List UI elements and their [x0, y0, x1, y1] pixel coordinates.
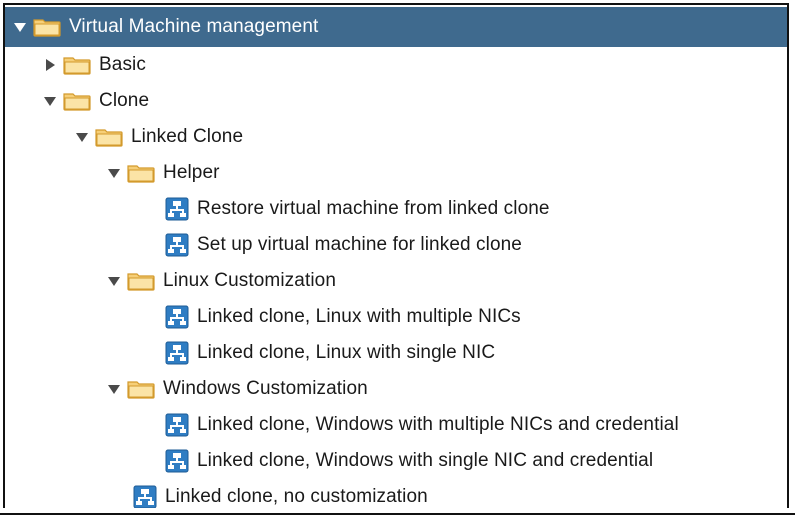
tree-node-linux-single-nic[interactable]: Linked clone, Linux with single NIC — [5, 335, 787, 371]
caret-down-icon[interactable] — [73, 119, 91, 155]
caret-right-icon[interactable] — [41, 47, 59, 83]
tree-node-label: Clone — [99, 90, 150, 111]
panel-bottom-border — [0, 513, 795, 515]
folder-icon — [33, 17, 61, 37]
tree-node-label: Helper — [163, 162, 220, 183]
tree-node-label: Windows Customization — [163, 378, 368, 399]
tree-node-windows-customization[interactable]: Windows Customization — [5, 371, 787, 407]
workflow-icon — [165, 341, 189, 365]
folder-icon — [127, 163, 155, 183]
folder-icon — [95, 127, 123, 147]
tree-node-linux-customization[interactable]: Linux Customization — [5, 263, 787, 299]
tree-node-label: Linked clone, Windows with single NIC an… — [197, 450, 654, 471]
workflow-icon — [165, 413, 189, 437]
tree-node-label: Linked clone, Linux with multiple NICs — [197, 306, 521, 327]
tree-node-label: Restore virtual machine from linked clon… — [197, 198, 550, 219]
tree-node-restore-vm[interactable]: Restore virtual machine from linked clon… — [5, 191, 787, 227]
tree-node-linux-multiple-nics[interactable]: Linked clone, Linux with multiple NICs — [5, 299, 787, 335]
workflow-icon — [133, 485, 157, 508]
workflow-icon — [165, 197, 189, 221]
folder-icon — [63, 91, 91, 111]
tree-node-virtual-machine-management[interactable]: Virtual Machine management — [5, 7, 787, 47]
tree-node-windows-single-nic[interactable]: Linked clone, Windows with single NIC an… — [5, 443, 787, 479]
workflow-icon — [165, 305, 189, 329]
caret-down-icon[interactable] — [105, 263, 123, 299]
tree-node-label: Virtual Machine management — [69, 16, 319, 37]
tree-node-label: Linked Clone — [131, 126, 244, 147]
tree-node-label: Linux Customization — [163, 270, 336, 291]
tree-node-no-customization[interactable]: Linked clone, no customization — [5, 479, 787, 508]
tree-node-linked-clone[interactable]: Linked Clone — [5, 119, 787, 155]
caret-down-icon[interactable] — [105, 155, 123, 191]
workflow-tree-panel: Virtual Machine management Basic Clone L… — [3, 3, 789, 508]
tree-node-label: Linked clone, no customization — [165, 486, 428, 507]
tree-node-label: Set up virtual machine for linked clone — [197, 234, 522, 255]
tree-node-setup-vm[interactable]: Set up virtual machine for linked clone — [5, 227, 787, 263]
folder-icon — [127, 379, 155, 399]
workflow-icon — [165, 233, 189, 257]
tree-node-basic[interactable]: Basic — [5, 47, 787, 83]
folder-icon — [63, 55, 91, 75]
folder-icon — [127, 271, 155, 291]
tree-node-windows-multiple-nics[interactable]: Linked clone, Windows with multiple NICs… — [5, 407, 787, 443]
caret-down-icon[interactable] — [11, 9, 29, 45]
tree-node-label: Basic — [99, 54, 146, 75]
tree-node-clone[interactable]: Clone — [5, 83, 787, 119]
caret-down-icon[interactable] — [105, 371, 123, 407]
workflow-icon — [165, 449, 189, 473]
tree-node-label: Linked clone, Linux with single NIC — [197, 342, 496, 363]
tree-node-label: Linked clone, Windows with multiple NICs… — [197, 414, 679, 435]
tree-node-helper[interactable]: Helper — [5, 155, 787, 191]
caret-down-icon[interactable] — [41, 83, 59, 119]
